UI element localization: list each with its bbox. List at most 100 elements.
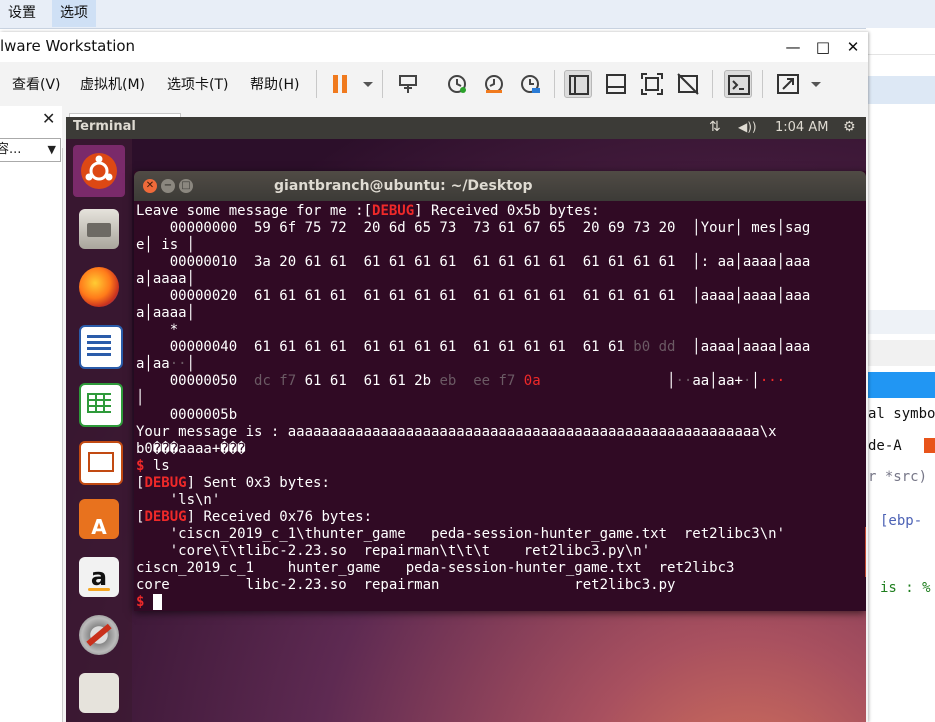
network-icon[interactable]: ⇅ bbox=[709, 119, 721, 135]
launcher-calc[interactable] bbox=[73, 377, 125, 429]
stretch-guest-icon[interactable] bbox=[774, 70, 802, 98]
terminal-maximize-button[interactable]: □ bbox=[179, 179, 193, 193]
show-library-icon[interactable] bbox=[564, 70, 592, 98]
clock[interactable]: 1:04 AM bbox=[775, 120, 828, 135]
host-menu-options[interactable]: 选项 bbox=[52, 0, 96, 27]
terminal-line: b0���aaaa+��� bbox=[136, 441, 246, 458]
bg-code-fragment: [ebp- bbox=[880, 513, 923, 529]
revert-snapshot-icon[interactable] bbox=[480, 70, 508, 98]
fullscreen-icon[interactable] bbox=[638, 70, 666, 98]
terminal-line: 00000000 59 6f 75 72 20 6d 65 73 73 61 6… bbox=[136, 220, 811, 237]
file-manager-icon bbox=[79, 209, 119, 249]
gnome-top-panel: Terminal ⇅ ◀)) 1:04 AM ⚙ bbox=[66, 117, 866, 139]
terminal-window[interactable]: ✕ − □ giantbranch@ubuntu: ~/Desktop Leav… bbox=[134, 171, 866, 611]
close-button[interactable]: ✕ bbox=[838, 32, 868, 62]
terminal-text: ee f7 bbox=[473, 373, 516, 389]
library-panel: ✕ 容... ▼ bbox=[0, 106, 63, 722]
terminal-line: * bbox=[136, 322, 178, 339]
library-close-icon[interactable]: ✕ bbox=[42, 109, 55, 128]
snapshot-icon[interactable] bbox=[443, 70, 471, 98]
terminal-scrollbar[interactable] bbox=[865, 527, 866, 577]
menu-vm[interactable]: 虚拟机(M) bbox=[80, 74, 145, 94]
bg-code-fragment: de-A bbox=[868, 438, 902, 454]
vmware-menubar: 查看(V) 虚拟机(M) 选项卡(T) 帮助(H) bbox=[0, 62, 868, 107]
maximize-button[interactable]: □ bbox=[808, 32, 838, 62]
stretch-dropdown-icon[interactable] bbox=[802, 70, 821, 98]
pause-dropdown-icon[interactable] bbox=[354, 70, 373, 98]
terminal-text: ··· bbox=[759, 373, 786, 389]
launcher-dash[interactable] bbox=[73, 145, 125, 197]
guest-display[interactable]: Terminal ⇅ ◀)) 1:04 AM ⚙ A a ✕ − □ giant… bbox=[66, 117, 866, 722]
unity-mode-icon[interactable] bbox=[674, 70, 702, 98]
amazon-icon: a bbox=[79, 557, 119, 597]
system-settings-icon bbox=[79, 615, 119, 655]
terminal-text: 'ciscn_2019_c_1\thunter_game peda-sessio… bbox=[136, 526, 786, 542]
launcher-files[interactable] bbox=[73, 203, 125, 255]
terminal-text: a│aa bbox=[136, 356, 170, 372]
chevron-down-icon[interactable]: ▼ bbox=[48, 139, 56, 161]
terminal-text: │ bbox=[540, 373, 676, 389]
terminal-text: core libc-2.23.so repairman ret2libc3.py bbox=[136, 577, 676, 593]
launcher-impress[interactable] bbox=[73, 435, 125, 487]
menu-view[interactable]: 查看(V) bbox=[12, 74, 61, 94]
terminal-text: 61 61 61 61 2b bbox=[296, 373, 440, 389]
terminal-text: b0���aaaa+��� bbox=[136, 441, 246, 457]
terminal-text: ciscn_2019_c_1 hunter_game peda-session-… bbox=[136, 560, 735, 576]
minimize-button[interactable]: — bbox=[778, 32, 808, 62]
launcher-firefox[interactable] bbox=[73, 261, 125, 313]
terminal-text: DEBUG bbox=[144, 509, 187, 525]
terminal-line: $ bbox=[136, 594, 162, 611]
terminal-text: ·· bbox=[169, 356, 187, 372]
terminal-text: 0a bbox=[523, 373, 541, 389]
send-ctrl-alt-del-icon[interactable] bbox=[394, 70, 422, 98]
calc-icon bbox=[79, 383, 123, 427]
terminal-close-button[interactable]: ✕ bbox=[143, 179, 157, 193]
terminal-text: e│ is │ bbox=[136, 237, 196, 253]
terminal-titlebar: ✕ − □ giantbranch@ubuntu: ~/Desktop bbox=[134, 171, 866, 201]
terminal-text: * bbox=[136, 322, 179, 338]
terminal-line: [DEBUG] Sent 0x3 bytes: bbox=[136, 475, 330, 492]
terminal-line: e│ is │ bbox=[136, 237, 195, 254]
terminal-text: 00000040 61 61 61 61 61 61 61 61 61 61 6… bbox=[136, 339, 634, 355]
terminal-line: core libc-2.23.so repairman ret2libc3.py bbox=[136, 577, 675, 594]
terminal-line: │ bbox=[136, 390, 144, 407]
launcher-item[interactable] bbox=[73, 667, 125, 719]
snapshot-manager-icon[interactable] bbox=[516, 70, 544, 98]
launcher-amazon[interactable]: a bbox=[73, 551, 125, 603]
console-view-icon[interactable] bbox=[724, 70, 752, 98]
terminal-text: Leave some message for me :[ bbox=[136, 203, 373, 219]
terminal-text: Your message is : aaaaaaaaaaaaaaaaaaaaaa… bbox=[136, 424, 777, 440]
terminal-text: 'core\t\tlibc-2.23.so repairman\t\t\t re… bbox=[136, 543, 651, 559]
volume-icon[interactable]: ◀)) bbox=[738, 120, 757, 134]
terminal-minimize-button[interactable]: − bbox=[161, 179, 175, 193]
ubuntu-logo-icon bbox=[79, 151, 119, 191]
terminal-text: dc f7 bbox=[254, 373, 297, 389]
bg-app-selected-row bbox=[866, 372, 935, 398]
bg-app-close-icon bbox=[924, 438, 935, 453]
menu-tabs[interactable]: 选项卡(T) bbox=[167, 74, 228, 94]
menu-help[interactable]: 帮助(H) bbox=[250, 74, 299, 94]
terminal-text: 00000050 bbox=[136, 373, 255, 389]
terminal-text: DEBUG bbox=[144, 475, 187, 491]
launcher-writer[interactable] bbox=[73, 319, 125, 371]
software-center-icon: A bbox=[79, 499, 119, 539]
active-app-name: Terminal bbox=[73, 119, 136, 134]
terminal-text: ] Received 0x5b bytes: bbox=[414, 203, 600, 219]
terminal-text: a│aaaa│ bbox=[136, 271, 196, 287]
bg-code-fragment: is : % bbox=[880, 580, 931, 596]
terminal-line: $ ls bbox=[136, 458, 170, 475]
host-menu-settings[interactable]: 设置 bbox=[0, 0, 44, 27]
thumbnail-bar-icon[interactable] bbox=[602, 70, 630, 98]
terminal-line: 'ciscn_2019_c_1\thunter_game peda-sessio… bbox=[136, 526, 785, 543]
terminal-output[interactable]: Leave some message for me :[ DEBUG ] Recei… bbox=[136, 203, 864, 611]
pause-icon[interactable] bbox=[326, 70, 354, 98]
impress-icon bbox=[79, 441, 123, 485]
terminal-text: │aaaa│aaaa│aaa bbox=[675, 339, 811, 355]
terminal-cursor bbox=[152, 594, 162, 610]
launcher-settings[interactable] bbox=[73, 609, 125, 661]
gear-icon[interactable]: ⚙ bbox=[843, 119, 856, 135]
launcher-software[interactable]: A bbox=[73, 493, 125, 545]
terminal-text: a│aaaa│ bbox=[136, 305, 196, 321]
library-search-input[interactable]: 容... ▼ bbox=[0, 138, 61, 162]
